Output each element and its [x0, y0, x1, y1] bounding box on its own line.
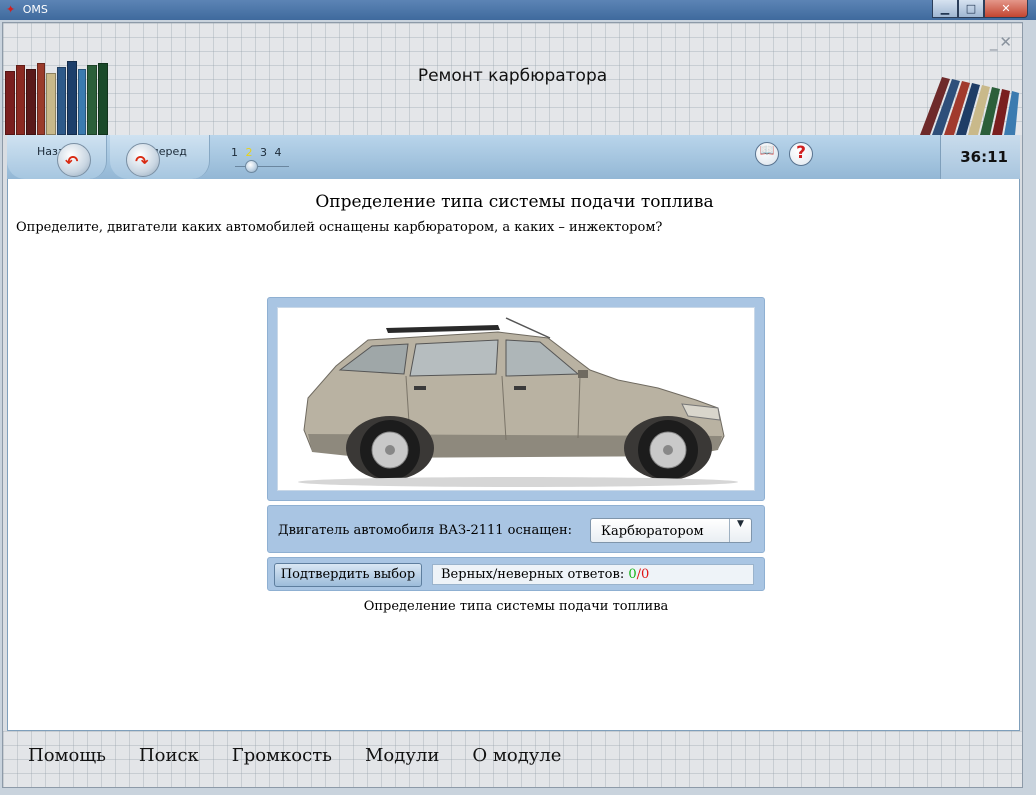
page-selector: 1 2 3 4	[231, 146, 286, 159]
app-window-controls[interactable]: _✕	[990, 33, 1014, 51]
app-header: Ремонт карбюратора _✕	[3, 23, 1022, 135]
footer: Помощь Поиск Громкость Модули О модуле	[3, 731, 1022, 787]
score-label: Верных/неверных ответов:	[441, 567, 625, 582]
timer-panel: 36:11	[940, 135, 1020, 179]
image-caption: Определение типа системы подачи топлива	[363, 599, 669, 614]
app-title: Ремонт карбюратора	[417, 66, 608, 86]
page-link-1[interactable]: 1	[231, 146, 238, 159]
score-display: Верных/неверных ответов: 0/0	[441, 567, 649, 582]
engine-type-value: Карбюратором	[601, 524, 704, 539]
window-controls: ▁ □ ✕	[932, 0, 1028, 18]
score-correct: 0	[628, 567, 637, 582]
close-icon[interactable]: ✕	[984, 0, 1028, 18]
back-arrow-icon: ↶	[57, 143, 91, 177]
question-text: Определите, двигатели каких автомобилей …	[16, 220, 663, 235]
timer: 36:11	[960, 148, 1008, 166]
page-slider-handle[interactable]	[245, 160, 258, 173]
footer-item-search[interactable]: Поиск	[139, 745, 199, 766]
page-link-3[interactable]: 3	[260, 146, 267, 159]
footer-item-about[interactable]: О модуле	[472, 745, 561, 766]
footer-item-help[interactable]: Помощь	[28, 745, 106, 766]
engine-select-row: Двигатель автомобиля ВАЗ-2111 оснащен: К…	[267, 505, 765, 553]
minimize-icon[interactable]: ▁	[932, 0, 958, 18]
app-logo-icon: ✦	[6, 3, 16, 16]
forward-button[interactable]: Вперед ↷	[110, 135, 210, 179]
window-title-text: OMS	[22, 3, 48, 16]
footer-item-volume[interactable]: Громкость	[232, 745, 332, 766]
action-row: Подтвердить выбор Верных/неверных ответо…	[267, 557, 765, 591]
page-link-2[interactable]: 2	[246, 146, 253, 159]
back-button[interactable]: Назад ↶	[7, 135, 107, 179]
page-title: Определение типа системы подачи топлива	[315, 192, 714, 212]
car-illustration	[298, 317, 738, 487]
score-panel: Верных/неверных ответов: 0/0	[432, 564, 754, 585]
confirm-button[interactable]: Подтвердить выбор	[274, 563, 422, 587]
toolbar: Назад ↶ Вперед ↷ 1 2 3 4 📖 ? 36:11	[7, 135, 1020, 179]
forward-arrow-icon: ↷	[126, 143, 160, 177]
dropdown-arrow-icon[interactable]: ▼	[729, 519, 751, 542]
engine-type-select[interactable]: Карбюратором ▼	[590, 518, 752, 543]
app-frame: Ремонт карбюратора _✕ Назад ↶ Вперед ↷ 1…	[2, 22, 1023, 788]
window-titlebar: ✦ OMS ▁ □ ✕	[0, 0, 1036, 20]
score-wrong: 0	[641, 567, 650, 582]
page-link-4[interactable]: 4	[275, 146, 282, 159]
content-area: Определение типа системы подачи топлива …	[7, 179, 1020, 731]
car-image-panel	[267, 297, 765, 501]
footer-nav: Помощь Поиск Громкость Модули О модуле	[28, 745, 561, 766]
help-icon[interactable]: ?	[789, 142, 813, 166]
car-image	[277, 307, 755, 491]
maximize-icon[interactable]: □	[958, 0, 984, 18]
page-slider-track	[235, 166, 289, 167]
footer-item-modules[interactable]: Модули	[365, 745, 439, 766]
book-icon[interactable]: 📖	[755, 142, 779, 166]
window-title: ✦ OMS	[6, 3, 48, 16]
engine-label: Двигатель автомобиля ВАЗ-2111 оснащен:	[278, 523, 573, 538]
books-right-decoration	[920, 77, 1019, 135]
